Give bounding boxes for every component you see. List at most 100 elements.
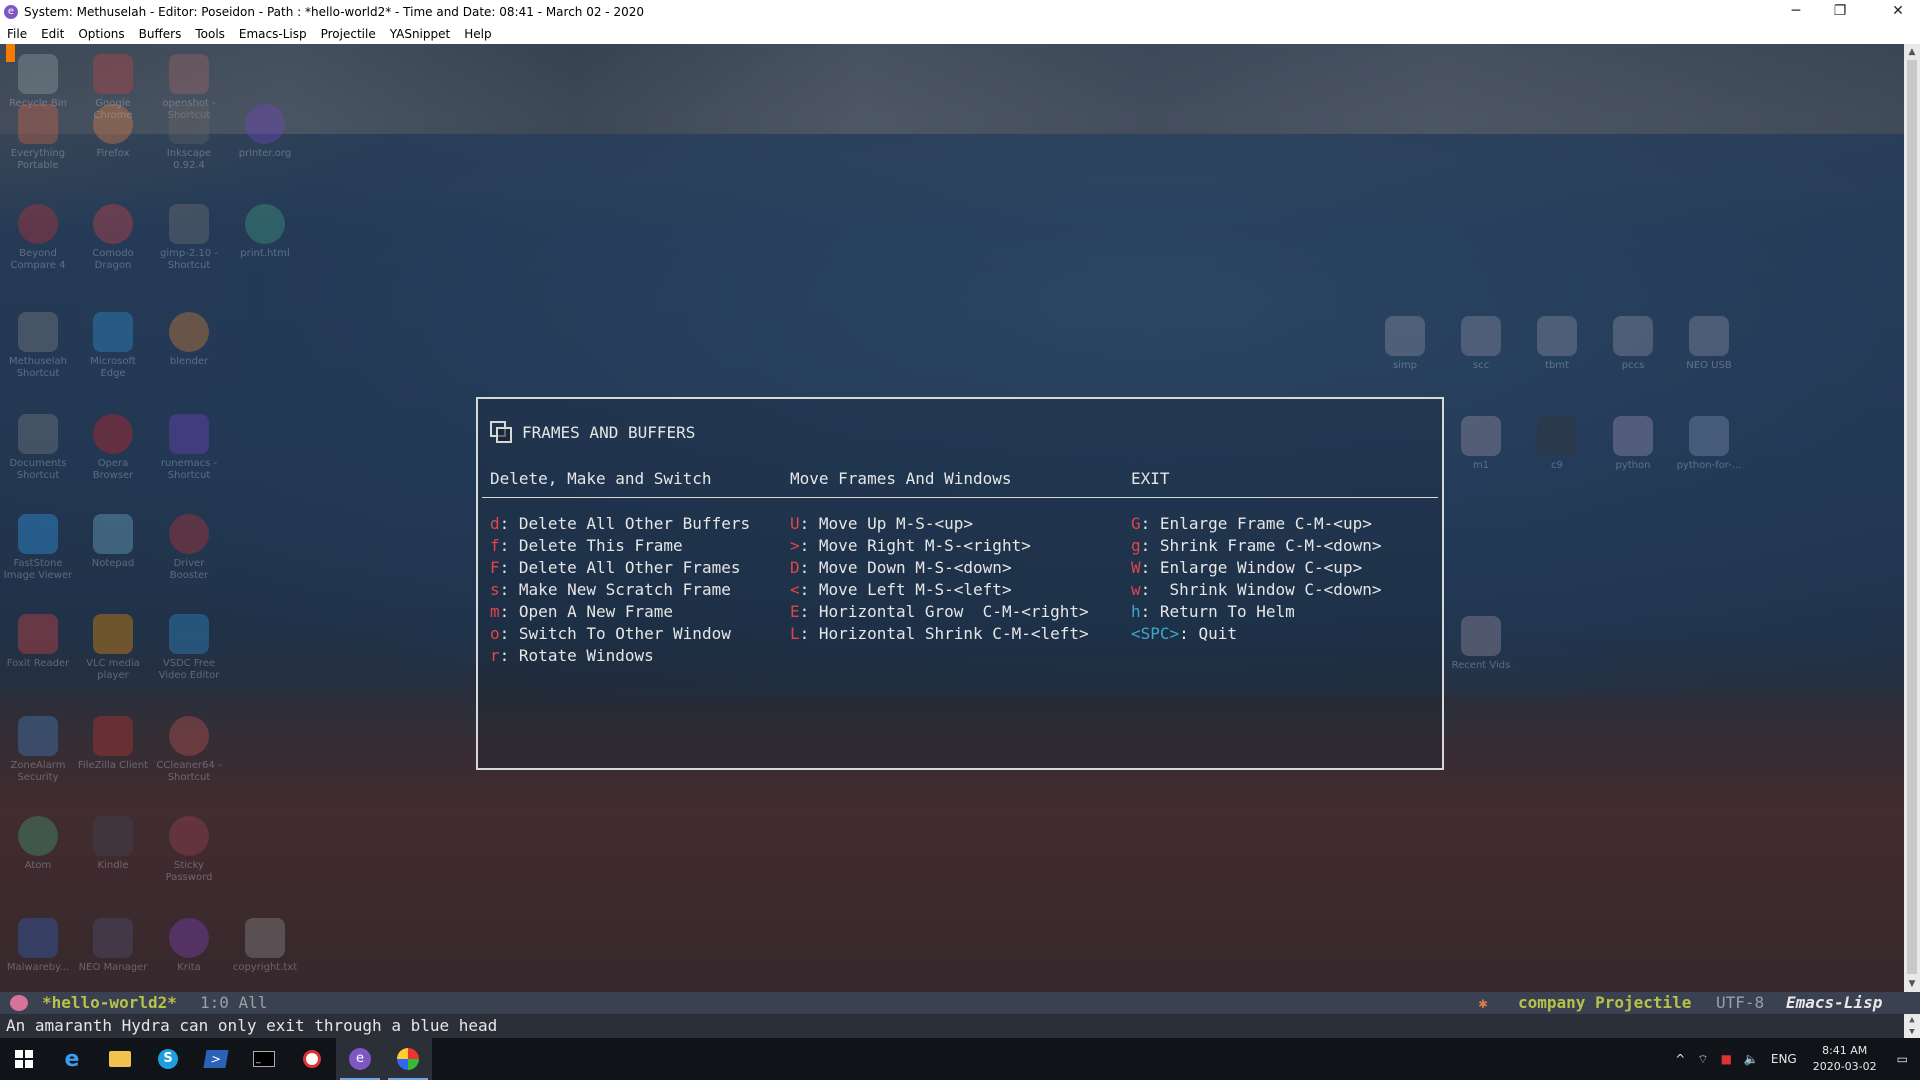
hydra-head[interactable]: L: Horizontal Shrink C-M-<left> xyxy=(790,623,1089,645)
hydra-command: Make New Scratch Frame xyxy=(509,580,731,599)
editor-area[interactable]: Recycle Bin Google Chrome openshot - Sho… xyxy=(0,44,1920,994)
hydra-key: m xyxy=(490,602,500,621)
hydra-key: <SPC> xyxy=(1131,624,1180,643)
menu-tools[interactable]: Tools xyxy=(188,27,232,41)
tray-chevron-icon[interactable]: ^ xyxy=(1675,1052,1685,1066)
menu-file[interactable]: File xyxy=(0,27,34,41)
echo-area: An amaranth Hydra can only exit through … xyxy=(0,1014,1920,1038)
desktop-icon: runemacs - Shortcut xyxy=(153,414,225,482)
desktop-icon: blender xyxy=(153,312,225,368)
bug-icon: ✱ xyxy=(1478,994,1488,1012)
hydra-command: Horizontal Shrink C-M-<left> xyxy=(809,624,1089,643)
hydra-head[interactable]: U: Move Up M-S-<up> xyxy=(790,513,1089,535)
security-icon[interactable]: ■ xyxy=(1721,1052,1732,1066)
hydra-head[interactable]: <: Move Left M-S-<left> xyxy=(790,579,1089,601)
desktop-icon: tbmt xyxy=(1521,316,1593,372)
encoding[interactable]: UTF-8 xyxy=(1716,992,1764,1014)
menu-options[interactable]: Options xyxy=(71,27,131,41)
app-red-icon[interactable] xyxy=(288,1038,336,1080)
notifications-icon[interactable]: ▭ xyxy=(1897,1052,1908,1066)
hydra-head[interactable]: r: Rotate Windows xyxy=(490,645,750,667)
desktop-icon: VLC media player xyxy=(77,614,149,682)
hydra-head[interactable]: f: Delete This Frame xyxy=(490,535,750,557)
terminal-icon[interactable]: _ xyxy=(240,1038,288,1080)
hydra-key: > xyxy=(790,536,800,555)
clock-date: 2020-03-02 xyxy=(1812,1060,1877,1073)
edge-icon[interactable]: e xyxy=(48,1038,96,1080)
powershell-icon[interactable]: > xyxy=(192,1038,240,1080)
hydra-command: Switch To Other Window xyxy=(509,624,731,643)
desktop-icon: Driver Booster xyxy=(153,514,225,582)
hydra-command: Move Left M-S-<left> xyxy=(809,580,1012,599)
scroll-up-arrow-icon[interactable]: ▲ xyxy=(1904,44,1920,60)
hydra-head[interactable]: <SPC>: Quit xyxy=(1131,623,1381,645)
desktop-icon: Inkscape 0.92.4 xyxy=(153,104,225,172)
desktop-icon: Opera Browser xyxy=(77,414,149,482)
multicolor-app-icon[interactable] xyxy=(384,1038,432,1080)
hydra-head[interactable]: W: Enlarge Window C-<up> xyxy=(1131,557,1381,579)
file-explorer-icon[interactable] xyxy=(96,1038,144,1080)
hydra-key: D xyxy=(790,558,800,577)
hydra-head[interactable]: g: Shrink Frame C-M-<down> xyxy=(1131,535,1381,557)
network-icon[interactable]: ⌔ xyxy=(1697,1052,1708,1067)
column-header-exit: EXIT xyxy=(1131,469,1170,488)
menu-projectile[interactable]: Projectile xyxy=(314,27,383,41)
vertical-scrollbar[interactable]: ▲ ▼ xyxy=(1904,44,1920,992)
language-indicator[interactable]: ENG xyxy=(1771,1052,1797,1066)
menu-emacs-lisp[interactable]: Emacs-Lisp xyxy=(232,27,314,41)
hydra-header: FRAMES AND BUFFERS xyxy=(490,421,695,443)
desktop-icon: Malwareby... xyxy=(2,918,74,974)
echo-scroll-icon[interactable]: ▲ ▼ xyxy=(1904,1014,1920,1038)
major-mode[interactable]: Emacs-Lisp xyxy=(1786,992,1882,1014)
hydra-command: Delete All Other Buffers xyxy=(509,514,751,533)
menu-yasnippet[interactable]: YASnippet xyxy=(383,27,458,41)
minimize-button[interactable]: ─ xyxy=(1774,0,1818,24)
hydra-key: s xyxy=(490,580,500,599)
desktop-icon: Methuselah Shortcut xyxy=(2,312,74,380)
hydra-head[interactable]: m: Open A New Frame xyxy=(490,601,750,623)
menu-buffers[interactable]: Buffers xyxy=(132,27,189,41)
system-tray: ^ ⌔ ■ 🔈 ENG 8:41 AM 2020-03-02 ▭ xyxy=(1669,1038,1920,1080)
desktop-icon: Documents Shortcut xyxy=(2,414,74,482)
desktop-icon: simp xyxy=(1369,316,1441,372)
desktop-icon: pccs xyxy=(1597,316,1669,372)
menu-edit[interactable]: Edit xyxy=(34,27,71,41)
hydra-head[interactable]: o: Switch To Other Window xyxy=(490,623,750,645)
emacs-taskbar-icon[interactable]: e xyxy=(336,1038,384,1080)
volume-muted-icon[interactable]: 🔈 xyxy=(1744,1052,1759,1066)
skype-icon[interactable]: S xyxy=(144,1038,192,1080)
close-button[interactable]: ✕ xyxy=(1876,0,1920,24)
emacs-app-icon: e xyxy=(4,5,18,19)
hydra-head[interactable]: >: Move Right M-S-<right> xyxy=(790,535,1089,557)
scrollbar-thumb[interactable] xyxy=(1907,60,1917,974)
hydra-head[interactable]: E: Horizontal Grow C-M-<right> xyxy=(790,601,1089,623)
hydra-head[interactable]: D: Move Down M-S-<down> xyxy=(790,557,1089,579)
hydra-command: Delete This Frame xyxy=(509,536,683,555)
hydra-head[interactable]: d: Delete All Other Buffers xyxy=(490,513,750,535)
hydra-head[interactable]: G: Enlarge Frame C-M-<up> xyxy=(1131,513,1381,535)
desktop-icon: python xyxy=(1597,416,1669,472)
desktop-icon: NEO USB xyxy=(1673,316,1745,372)
scroll-down-arrow-icon[interactable]: ▼ xyxy=(1904,976,1920,992)
hydra-key: o xyxy=(490,624,500,643)
hydra-head[interactable]: s: Make New Scratch Frame xyxy=(490,579,750,601)
window-title: System: Methuselah - Editor: Poseidon - … xyxy=(24,5,644,19)
hydra-head[interactable]: w: Shrink Window C-<down> xyxy=(1131,579,1381,601)
hydra-title: FRAMES AND BUFFERS xyxy=(522,422,696,442)
clock[interactable]: 8:41 AM 2020-03-02 xyxy=(1813,1043,1877,1075)
desktop-icon: printer.org xyxy=(229,104,301,160)
buffer-name[interactable]: *hello-world2* xyxy=(42,992,177,1014)
hydra-command: Move Up M-S-<up> xyxy=(809,514,974,533)
hydra-command: Move Right M-S-<right> xyxy=(809,536,1031,555)
taskbar: e S > _ e ^ ⌔ ■ 🔈 ENG 8:41 AM 2020-03-02… xyxy=(0,1038,1920,1080)
minor-modes[interactable]: company Projectile xyxy=(1518,992,1691,1014)
windows-start-icon[interactable] xyxy=(0,1038,48,1080)
menu-help[interactable]: Help xyxy=(457,27,498,41)
column-delete: d: Delete All Other Buffers f: Delete Th… xyxy=(490,513,750,667)
restore-button[interactable]: ❐ xyxy=(1818,0,1862,24)
hydra-head[interactable]: F: Delete All Other Frames xyxy=(490,557,750,579)
hydra-head[interactable]: h: Return To Helm xyxy=(1131,601,1381,623)
hydra-command: Shrink Window C-<down> xyxy=(1150,580,1382,599)
cursor-position: 1:0 All xyxy=(200,993,268,1012)
mode-line: *hello-world2* 1:0 All ✱ company Project… xyxy=(0,992,1920,1014)
